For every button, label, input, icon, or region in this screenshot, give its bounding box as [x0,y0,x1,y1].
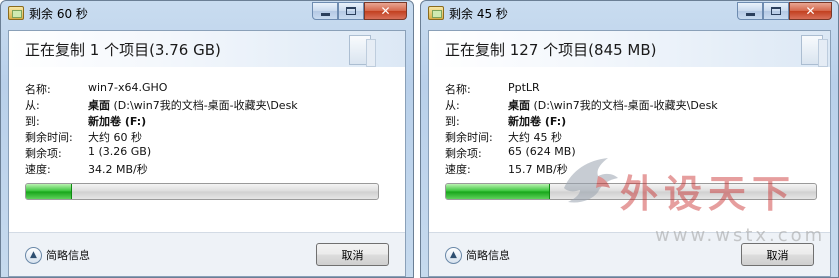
detail-label: 剩余项: [445,147,482,160]
cancel-button[interactable]: 取消 [316,243,389,266]
title-bar[interactable]: 剩余 60 秒 ✕ [1,1,413,25]
detail-label: 速度: [25,163,51,176]
window-title: 剩余 45 秒 [449,7,508,21]
progress-fill [26,184,72,199]
destination-link[interactable]: 新加卷 (F:) [508,115,566,128]
maximize-icon [346,7,356,15]
detail-value[interactable]: 新加卷 (F:) [88,113,146,129]
title-bar[interactable]: 剩余 45 秒 ✕ [421,1,838,25]
detail-label: 速度: [445,163,471,176]
detail-value: PptLR [508,81,540,94]
more-details-toggle[interactable]: ▲ 简略信息 [25,245,90,265]
window-title: 剩余 60 秒 [29,7,88,21]
detail-value: 1 (3.26 GB) [88,145,152,158]
chevron-up-icon[interactable]: ▲ [25,246,42,264]
progress-fill [446,184,550,199]
watermark-url: www.wstx.com [655,225,826,246]
more-details-label[interactable]: 简略信息 [466,247,510,263]
maximize-button[interactable] [338,2,364,20]
detail-label: 到: [445,115,460,128]
source-folder-link[interactable]: 桌面 [88,99,110,112]
minimize-icon [320,12,330,16]
document-icon [801,35,828,67]
close-button[interactable]: ✕ [364,2,407,20]
maximize-icon [771,7,781,15]
maximize-button[interactable] [763,2,789,20]
more-details-label[interactable]: 简略信息 [46,247,90,263]
more-details-toggle[interactable]: ▲ 简略信息 [445,245,510,265]
dialog-header: 正在复制 127 个项目(845 MB) [429,31,830,67]
source-path: (D:\win7我的文档-桌面-收藏夹\Desk [533,99,718,112]
detail-label: 从: [25,99,40,112]
detail-value[interactable]: 新加卷 (F:) [508,113,566,129]
detail-label: 从: [445,99,460,112]
detail-label: 名称: [25,83,51,96]
watermark-text: 外设天下 [620,171,797,216]
detail-value: 34.2 MB/秒 [88,163,148,176]
chevron-up-icon[interactable]: ▲ [445,246,462,264]
folder-copy-icon [428,6,444,20]
copy-summary: 正在复制 1 个项目(3.76 GB) [25,41,221,59]
detail-label: 剩余项: [25,147,62,160]
detail-label: 到: [25,115,40,128]
source-path: (D:\win7我的文档-桌面-收藏夹\Desk [113,99,298,112]
dialog-body: 正在复制 1 个项目(3.76 GB) 名称: win7-x64.GHO 从: … [8,30,406,277]
detail-label: 剩余时间: [445,131,493,144]
copy-dialog-1: 剩余 60 秒 ✕ 正在复制 1 个项目(3.76 GB) 名称: win7-x… [0,0,414,278]
window-controls: ✕ [312,2,407,20]
minimize-button[interactable] [312,2,338,20]
progress-bar [25,183,379,200]
close-button[interactable]: ✕ [789,2,832,20]
cancel-button[interactable]: 取消 [741,243,814,266]
detail-label: 名称: [445,83,471,96]
dialog-footer: ▲ 简略信息 取消 [9,232,405,276]
detail-value[interactable]: 桌面 (D:\win7我的文档-桌面-收藏夹\Desk [508,97,718,113]
detail-value: win7-x64.GHO [88,81,168,94]
minimize-icon [745,12,755,16]
source-folder-link[interactable]: 桌面 [508,99,530,112]
eagle-logo-icon [564,158,618,203]
destination-link[interactable]: 新加卷 (F:) [88,115,146,128]
minimize-button[interactable] [737,2,763,20]
detail-label: 剩余时间: [25,131,73,144]
folder-copy-icon [8,6,24,20]
window-controls: ✕ [737,2,832,20]
detail-value[interactable]: 桌面 (D:\win7我的文档-桌面-收藏夹\Desk [88,97,298,113]
copy-summary: 正在复制 127 个项目(845 MB) [445,41,657,59]
document-icon [349,35,376,67]
detail-value: 大约 60 秒 [88,131,142,144]
close-icon: ✕ [380,4,391,18]
dialog-header: 正在复制 1 个项目(3.76 GB) [9,31,405,67]
detail-value: 大约 45 秒 [508,131,562,144]
close-icon: ✕ [805,4,816,18]
